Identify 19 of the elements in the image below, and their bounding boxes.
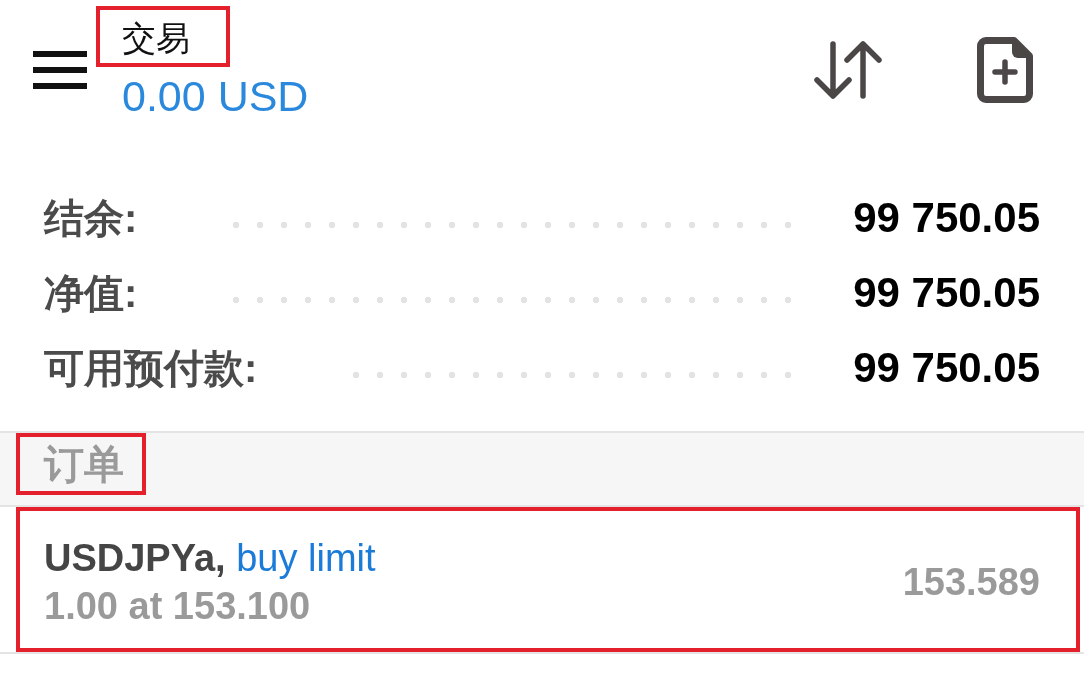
menu-icon <box>33 51 87 89</box>
balance-amount: 0.00 USD <box>122 71 309 121</box>
new-order-button[interactable] <box>977 37 1033 103</box>
summary-label: 结余: <box>44 194 138 241</box>
summary-label: 净值: <box>44 269 138 316</box>
section-title: 订单 <box>44 441 124 487</box>
summary-value: 99 750.05 <box>853 193 1040 242</box>
screen-title: 交易 <box>122 17 190 58</box>
order-details: 1.00 at 153.100 <box>44 583 311 629</box>
summary-label: 可用预付款: <box>44 344 258 391</box>
order-title: USDJPYa, buy limit <box>44 535 376 581</box>
menu-button[interactable] <box>33 51 87 89</box>
document-plus-icon <box>977 37 1033 103</box>
sort-button[interactable] <box>814 41 882 99</box>
order-price: 153.589 <box>902 559 1040 605</box>
sort-arrows-icon <box>814 41 882 99</box>
summary-value: 99 750.05 <box>853 343 1040 392</box>
summary-value: 99 750.05 <box>853 268 1040 317</box>
order-row[interactable]: USDJPYa, buy limit 1.00 at 153.100 153.589 <box>16 507 1080 652</box>
